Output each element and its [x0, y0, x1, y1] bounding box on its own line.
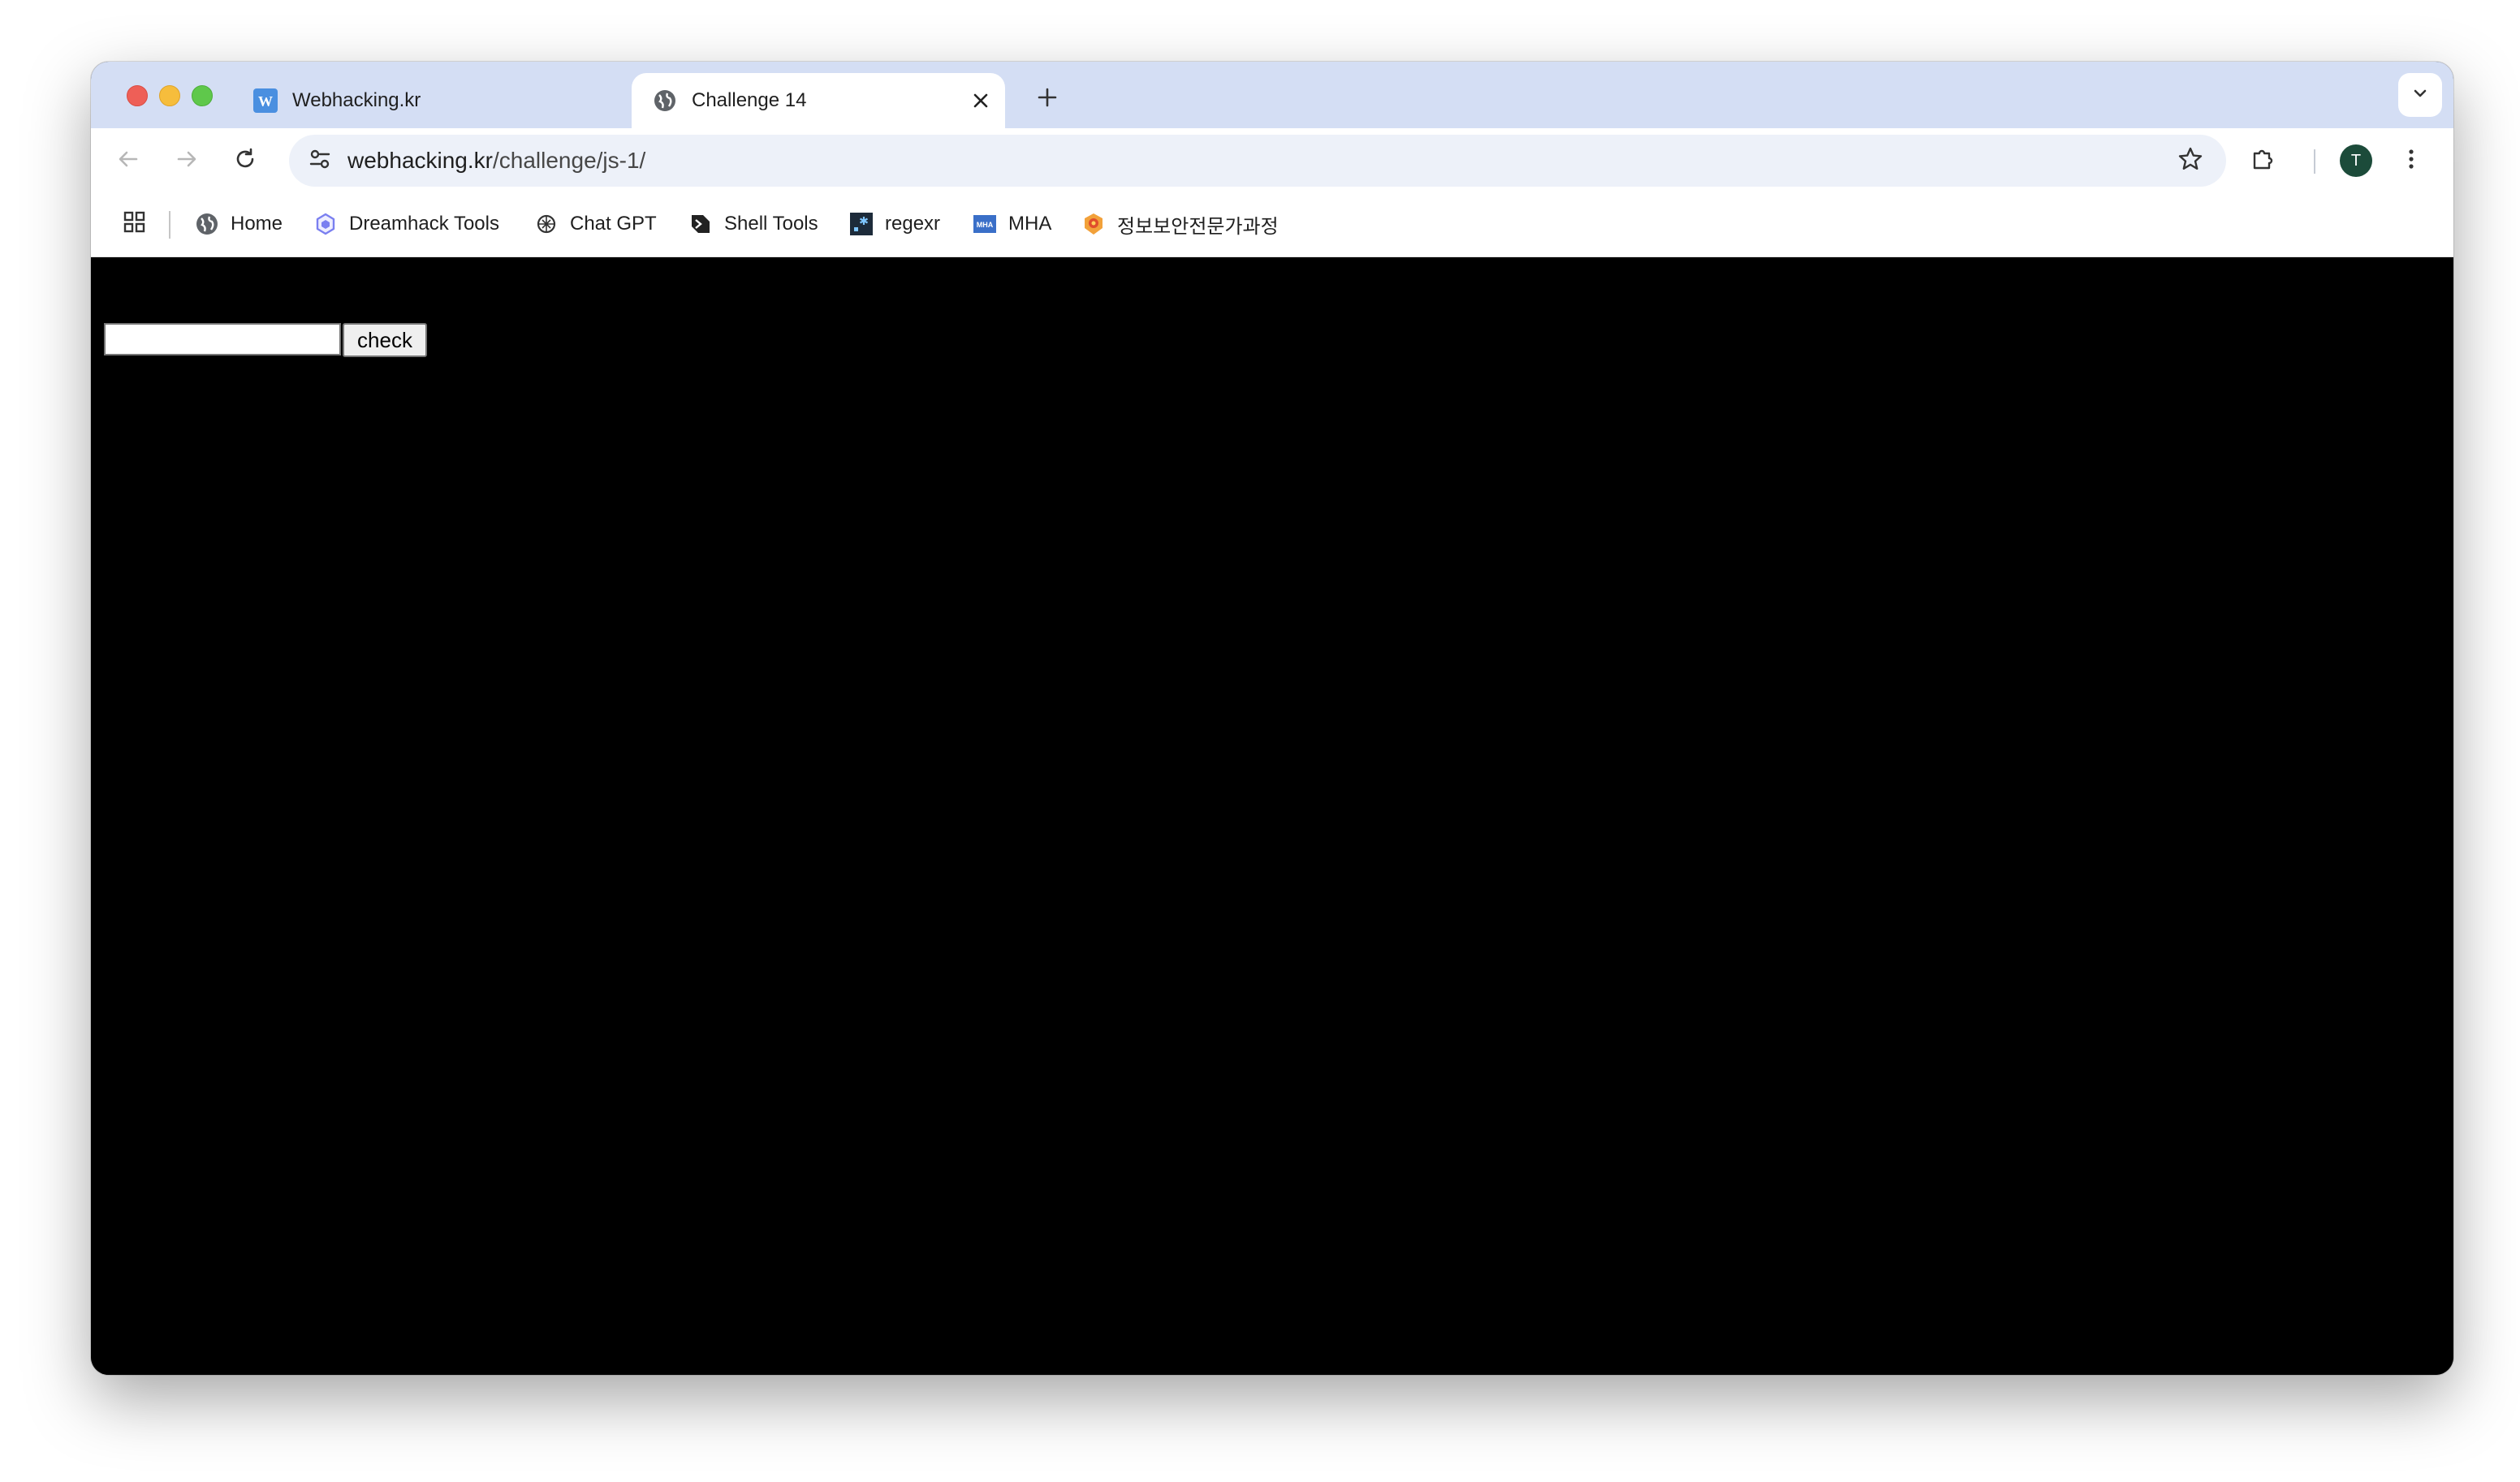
more-menu-button[interactable]	[2392, 141, 2431, 180]
bookmark-chat-gpt[interactable]: Chat GPT	[534, 208, 657, 240]
bookmark-label: Shell Tools	[724, 213, 818, 235]
extensions-button[interactable]	[2244, 141, 2283, 180]
dreamhack-icon	[313, 212, 338, 236]
new-tab-button[interactable]	[1031, 81, 1064, 114]
bookmark-home[interactable]: Home	[195, 208, 283, 240]
reload-button[interactable]	[226, 141, 265, 180]
bookmark-course[interactable]: 정보보안전문가과정	[1081, 208, 1279, 240]
profile-avatar[interactable]: T	[2340, 144, 2372, 177]
bookmark-dreamhack-tools[interactable]: Dreamhack Tools	[313, 208, 499, 240]
regexr-icon	[849, 212, 874, 236]
kebab-menu-icon	[2399, 147, 2423, 175]
back-button[interactable]	[109, 141, 148, 180]
svg-text:MHA: MHA	[977, 221, 994, 229]
url-host: webhacking.kr	[347, 148, 493, 173]
bookmark-shell-tools[interactable]: Shell Tools	[688, 208, 818, 240]
apps-button[interactable]	[120, 209, 149, 239]
tab-search-button[interactable]	[2398, 73, 2442, 117]
bookmark-regexr[interactable]: regexr	[849, 208, 940, 240]
close-window-button[interactable]	[127, 85, 148, 106]
webhacking-w-icon: W	[253, 88, 278, 113]
bookmark-label: Chat GPT	[570, 213, 657, 235]
url-text[interactable]: webhacking.kr/challenge/js-1/	[347, 148, 645, 174]
reload-icon	[233, 147, 257, 175]
course-icon	[1081, 212, 1106, 236]
tab-challenge-14[interactable]: Challenge 14	[632, 73, 1005, 128]
check-button[interactable]: check	[343, 323, 427, 357]
tab-title: Challenge 14	[692, 89, 807, 111]
bookmark-label: Home	[231, 213, 283, 235]
maximize-window-button[interactable]	[192, 85, 213, 106]
chevron-down-icon	[2411, 84, 2429, 106]
mha-icon: MHA	[973, 212, 997, 236]
address-bar[interactable]: webhacking.kr/challenge/js-1/	[289, 135, 2226, 187]
svg-text:W: W	[258, 93, 273, 110]
arrow-left-icon	[116, 147, 140, 175]
minimize-window-button[interactable]	[159, 85, 180, 106]
apps-grid-icon	[123, 210, 147, 239]
forward-button[interactable]	[167, 141, 206, 180]
browser-toolbar: webhacking.kr/challenge/js-1/ T	[91, 128, 2453, 193]
bookmarks-bar: Home Dreamhack Tools Chat GPT Shell Tool…	[91, 193, 2453, 257]
page-content: check	[91, 258, 2453, 1375]
bookmark-label: regexr	[885, 213, 941, 235]
tab-title: Webhacking.kr	[292, 89, 421, 111]
desktop: W Webhacking.kr Challenge 14 webhacking.…	[0, 0, 2520, 1482]
url-path: /challenge/js-1/	[492, 148, 646, 173]
bookmark-label: MHA	[1008, 213, 1052, 235]
shell-tools-icon	[688, 212, 713, 236]
puzzle-icon	[2250, 145, 2277, 177]
browser-window: W Webhacking.kr Challenge 14 webhacking.…	[91, 62, 2453, 1375]
toolbar-divider	[2314, 149, 2315, 174]
globe-icon	[653, 88, 677, 113]
star-icon	[2177, 146, 2203, 176]
chatgpt-icon	[534, 212, 559, 236]
bookmarks-divider	[169, 211, 170, 239]
globe-icon	[195, 212, 219, 236]
bookmark-mha[interactable]: MHA MHA	[973, 208, 1051, 240]
close-tab-icon[interactable]	[968, 88, 994, 114]
tune-icon	[308, 147, 332, 175]
tab-strip: W Webhacking.kr Challenge 14	[91, 62, 2453, 128]
bookmark-label: 정보보안전문가과정	[1117, 215, 1279, 238]
password-input[interactable]	[104, 323, 341, 355]
site-info-button[interactable]	[302, 143, 338, 179]
arrow-right-icon	[175, 147, 199, 175]
bookmark-label: Dreamhack Tools	[349, 213, 499, 235]
bookmark-star-button[interactable]	[2173, 143, 2208, 179]
